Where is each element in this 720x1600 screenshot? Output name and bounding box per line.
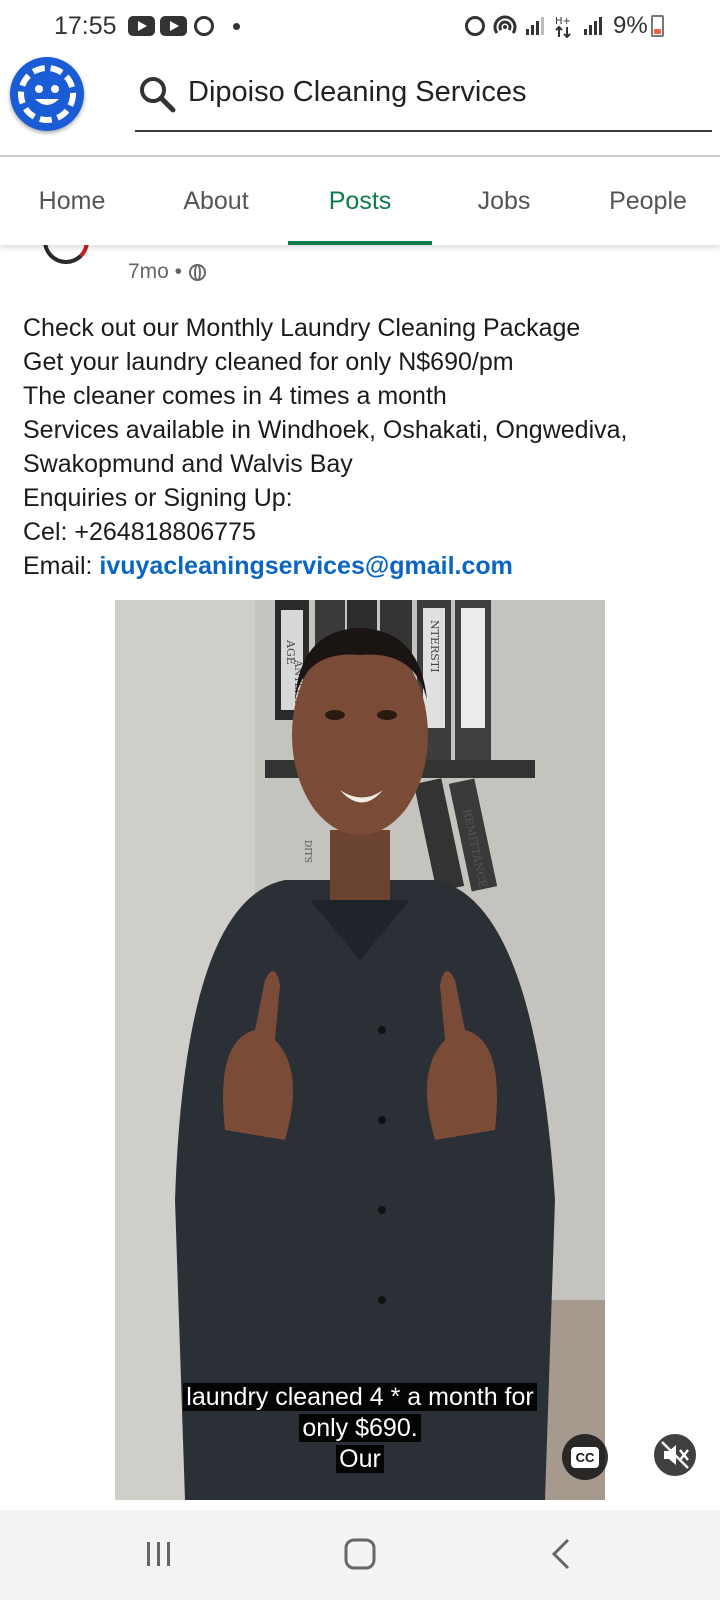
cc-icon: CC [570,1446,600,1468]
video-frame: AGE ANYLISIS NTERSTI REMITTANCE DITS [115,600,605,1500]
search-bar[interactable]: Dipoiso Cleaning Services [135,62,712,132]
app-logo-icon [18,65,76,123]
closed-captions-button[interactable]: CC [562,1434,608,1480]
recent-apps-icon[interactable] [143,1536,175,1572]
caption-line: laundry cleaned 4 * a month for [183,1383,537,1411]
signal-icon [584,17,602,35]
globe-icon [189,263,207,281]
tab-home[interactable]: Home [0,157,144,245]
search-query[interactable]: Dipoiso Cleaning Services [188,76,527,109]
post-line: Cel: +264818806775 [23,518,256,546]
hotspot-icon [493,15,517,34]
caption-line: only $690. [299,1414,421,1442]
tab-about[interactable]: About [144,157,288,245]
youtube-notification-icon [128,16,155,36]
video-captions: laundry cleaned 4 * a month for only $69… [115,1382,605,1475]
search-icon [140,77,176,113]
more-notifications-dot-icon [233,23,240,30]
email-prefix: Email: [23,552,100,580]
binder-label: NTERSTI [428,620,441,673]
tab-jobs[interactable]: Jobs [432,157,576,245]
status-time: 17:55 [54,12,117,40]
home-icon[interactable] [343,1536,377,1572]
alarm-icon [194,16,214,36]
muted-speaker-icon [661,1441,689,1469]
signal-icon [526,17,544,35]
post-video[interactable]: AGE ANYLISIS NTERSTI REMITTANCE DITS lau… [115,600,605,1500]
post-line: Check out our Monthly Laundry Cleaning P… [23,314,581,342]
youtube-notification-icon [160,16,187,36]
company-tabs: Home About Posts Jobs People [0,157,720,245]
back-icon[interactable] [548,1536,574,1572]
post-age: 7mo • [128,260,183,283]
post-body: Check out our Monthly Laundry Cleaning P… [23,311,698,583]
post-line: The cleaner comes in 4 times a month [23,382,447,410]
app-header: Dipoiso Cleaning Services [0,52,720,157]
system-nav-bar [0,1510,720,1600]
binder-label: DITS [302,840,312,863]
app-logo[interactable] [10,57,84,131]
post-email-line: Email: ivuyacleaningservices@gmail.com [23,549,698,583]
post-line: Services available in Windhoek, Oshakati… [23,416,628,444]
post-line: Get your laundry cleaned for only N$690/… [23,348,514,376]
battery-icon [651,15,664,37]
email-link[interactable]: ivuyacleaningservices@gmail.com [99,552,512,580]
post-line: Enquiries or Signing Up: [23,484,293,512]
battery-percentage: 9% [613,12,648,39]
mute-button[interactable] [652,1432,698,1478]
data-transfer-icon: H+ [555,16,571,38]
alarm-icon [465,16,485,36]
svg-text:H+: H+ [555,16,571,27]
post-meta: 7mo • [128,260,207,284]
status-bar: 17:55 H+ 9% [0,0,720,52]
caption-line: Our [336,1445,384,1473]
post-line: Swakopmund and Walvis Bay [23,450,353,478]
tab-people[interactable]: People [576,157,720,245]
tab-posts[interactable]: Posts [288,157,432,245]
